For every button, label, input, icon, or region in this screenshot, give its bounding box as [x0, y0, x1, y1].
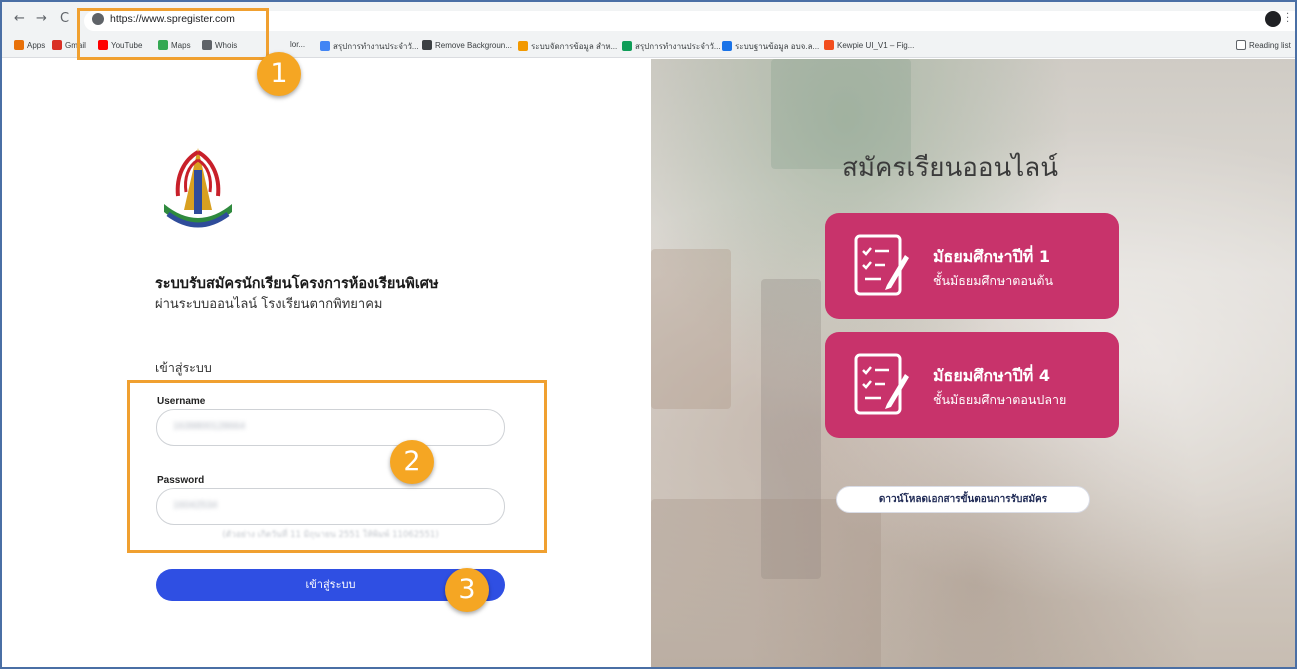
step-badge-1: 1: [257, 52, 301, 96]
bookmark-label: ระบบฐานข้อมูล อบจ.ล...: [735, 42, 820, 51]
bookmark-database[interactable]: ระบบฐานข้อมูล อบจ.ล...: [722, 40, 819, 53]
back-button[interactable]: ←: [14, 11, 25, 26]
login-pane: ระบบรับสมัครนักเรียนโครงการห้องเรียนพิเศ…: [2, 59, 651, 667]
login-heading: เข้าสู่ระบบ: [155, 360, 212, 375]
remove-bg-icon: [422, 40, 432, 50]
credentials-highlight-box: [127, 380, 547, 553]
reading-list-button[interactable]: Reading list: [1236, 40, 1291, 50]
download-documents-button[interactable]: ดาวน์โหลดเอกสารขั้นตอนการรับสมัคร: [836, 486, 1090, 513]
reading-list-icon: [1236, 40, 1246, 50]
m1-registration-card[interactable]: มัธยมศึกษาปีที่ 1 ชั้นมัธยมศึกษาตอนต้น: [825, 213, 1119, 319]
bookmark-summary-1[interactable]: สรุปการทำงานประจำวั...: [320, 40, 419, 53]
card-grade-subtitle: ชั้นมัธยมศึกษาตอนต้น: [933, 273, 1054, 288]
bookmark-remove-bg[interactable]: Remove Backgroun...: [422, 40, 512, 50]
checklist-pencil-icon: [854, 234, 909, 296]
card-grade-title: มัธยมศึกษาปีที่ 4: [933, 366, 1051, 385]
page-title: ระบบรับสมัครนักเรียนโครงการห้องเรียนพิเศ…: [155, 276, 439, 292]
checklist-pencil-icon: [854, 353, 909, 415]
sheets-icon: [622, 41, 632, 51]
bookmark-label: Kewpie UI_V1 – Fig...: [837, 41, 915, 50]
bookmark-label: lor...: [290, 40, 306, 49]
registration-banner: สมัครเรียนออนไลน์ มัธยมศึกษาปีที่ 1 ชั้น…: [651, 59, 1295, 667]
bookmark-label: Remove Backgroun...: [435, 41, 512, 50]
bookmark-lor[interactable]: lor...: [290, 40, 305, 49]
card-grade-title: มัธยมศึกษาปีที่ 1: [933, 247, 1051, 266]
apps-grid-icon: [14, 40, 24, 50]
bookmark-label: สรุปการทำงานประจำวั...: [635, 42, 721, 51]
step-badge-2: 2: [390, 440, 434, 484]
forward-button[interactable]: →: [36, 11, 47, 26]
gmail-icon: [52, 40, 62, 50]
page-subtitle: ผ่านระบบออนไลน์ โรงเรียนตากพิทยาคม: [155, 297, 383, 312]
bookmark-data-system[interactable]: ระบบจัดการข้อมูล สำห...: [518, 40, 617, 53]
google-icon: [320, 41, 330, 51]
drive-icon: [722, 41, 732, 51]
bookmark-label: สรุปการทำงานประจำวั...: [333, 42, 419, 51]
m4-registration-card[interactable]: มัธยมศึกษาปีที่ 4 ชั้นมัธยมศึกษาตอนปลาย: [825, 332, 1119, 438]
screenshot-frame: ← → C https://www.spregister.com · · · App…: [0, 0, 1297, 669]
sheet-icon: [518, 41, 528, 51]
school-logo: [164, 148, 232, 228]
profile-avatar-icon[interactable]: [1265, 11, 1281, 27]
url-highlight-box: [77, 8, 269, 60]
step-badge-3: 3: [445, 568, 489, 612]
bookmark-kewpie[interactable]: Kewpie UI_V1 – Fig...: [824, 40, 914, 50]
bookmark-summary-2[interactable]: สรุปการทำงานประจำวั...: [622, 40, 721, 53]
bookmark-label: Apps: [27, 41, 46, 50]
bookmark-label: ระบบจัดการข้อมูล สำห...: [531, 42, 618, 51]
figma-icon: [824, 40, 834, 50]
menu-dots-icon[interactable]: · · ·: [1286, 10, 1289, 28]
reading-list-label: Reading list: [1249, 41, 1291, 50]
card-grade-subtitle: ชั้นมัธยมศึกษาตอนปลาย: [933, 392, 1067, 407]
banner-title: สมัครเรียนออนไลน์: [842, 153, 1059, 183]
bookmark-apps[interactable]: Apps: [14, 40, 45, 50]
reload-button[interactable]: C: [60, 11, 69, 26]
